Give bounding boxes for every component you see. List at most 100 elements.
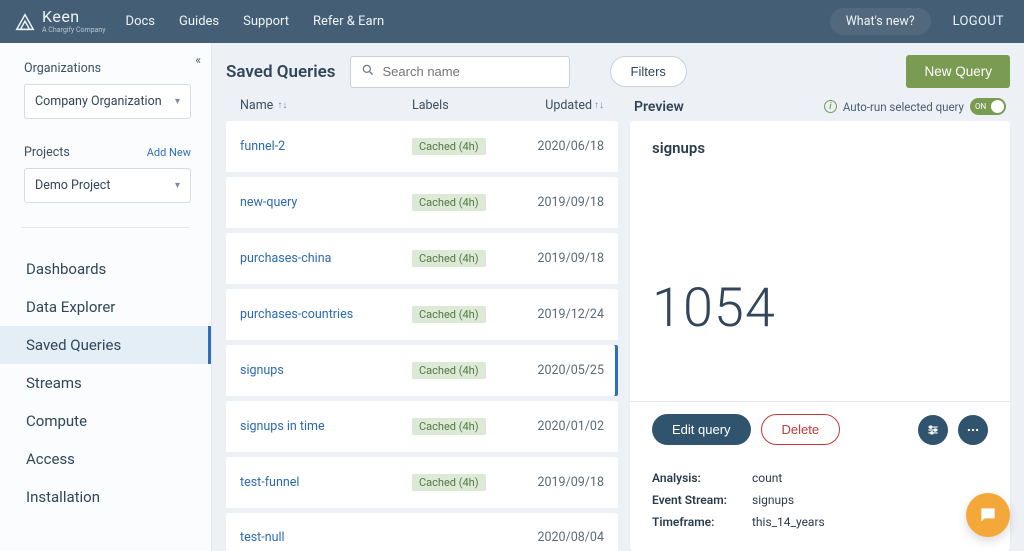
preview-result-value: 1054 — [652, 277, 988, 340]
query-row[interactable]: purchases-countriesCached (4h)2019/12/24 — [226, 289, 618, 340]
query-updated: 2020/01/02 — [514, 419, 604, 434]
query-row[interactable]: new-queryCached (4h) 2019/09/18 — [226, 177, 618, 228]
cached-badge: Cached (4h) — [412, 362, 486, 379]
brand-subtitle: A Chargify Company — [42, 27, 106, 34]
meta-stream-label: Event Stream: — [652, 493, 738, 507]
query-name: signups — [240, 363, 412, 378]
brand-logo-block[interactable]: Keen A Chargify Company — [14, 9, 106, 34]
preview-pane: Preview i Auto-run selected query ON sig… — [630, 98, 1010, 551]
col-labels-header[interactable]: Labels — [412, 98, 514, 113]
sort-icon: ↑↓ — [277, 100, 287, 111]
query-row[interactable]: funnel-2Cached (4h) 2020/06/18 — [226, 121, 618, 172]
query-row[interactable]: test-null 2020/08/04 — [226, 513, 618, 551]
query-row[interactable]: signupsCached (4h) 2020/05/25 — [226, 345, 618, 396]
cached-badge: Cached (4h) — [412, 250, 486, 267]
sidebar-item-access[interactable]: Access — [0, 440, 211, 478]
query-label-cell: Cached (4h) — [412, 474, 514, 491]
query-name: signups in time — [240, 419, 412, 434]
meta-stream-value: signups — [752, 493, 794, 507]
preview-actions: Edit query Delete — [630, 401, 1010, 457]
sidebar: « Organizations Company Organization ▾ P… — [0, 43, 212, 551]
autorun-toggle[interactable]: ON — [970, 98, 1006, 115]
preview-header: Preview i Auto-run selected query ON — [630, 98, 1010, 121]
sidebar-item-compute[interactable]: Compute — [0, 402, 211, 440]
settings-button[interactable] — [918, 415, 948, 445]
organization-select[interactable]: Company Organization ▾ — [24, 84, 191, 119]
top-nav: Keen A Chargify Company Docs Guides Supp… — [0, 0, 1024, 43]
chevron-down-icon: ▾ — [175, 180, 180, 191]
cached-badge: Cached (4h) — [412, 138, 486, 155]
keen-logo-icon — [14, 11, 36, 33]
meta-analysis-label: Analysis: — [652, 471, 738, 485]
cached-badge: Cached (4h) — [412, 194, 486, 211]
main: Saved Queries Filters New Query Name ↑↓ … — [212, 43, 1024, 551]
nav-link-support[interactable]: Support — [243, 14, 289, 29]
query-row[interactable]: signups in timeCached (4h) 2020/01/02 — [226, 401, 618, 452]
add-new-project-link[interactable]: Add New — [147, 146, 191, 159]
organizations-label: Organizations — [24, 61, 191, 76]
search-input[interactable] — [383, 64, 559, 79]
project-select[interactable]: Demo Project ▾ — [24, 168, 191, 203]
cached-badge: Cached (4h) — [412, 306, 486, 323]
nav-links: Docs Guides Support Refer & Earn — [126, 14, 385, 29]
sidebar-item-data-explorer[interactable]: Data Explorer — [0, 288, 211, 326]
query-updated: 2019/09/18 — [514, 475, 604, 490]
meta-timeframe-label: Timeframe: — [652, 515, 738, 529]
sidebar-item-dashboards[interactable]: Dashboards — [0, 250, 211, 288]
col-updated-header[interactable]: Updated ↑↓ — [514, 98, 604, 113]
whats-new-button[interactable]: What's new? — [830, 8, 931, 35]
query-label-cell: Cached (4h) — [412, 418, 514, 435]
query-name: purchases-china — [240, 251, 412, 266]
query-label-cell: Cached (4h) — [412, 138, 514, 155]
nav-link-docs[interactable]: Docs — [126, 14, 155, 29]
sidebar-item-streams[interactable]: Streams — [0, 364, 211, 402]
query-name: funnel-2 — [240, 139, 412, 154]
logout-link[interactable]: LOGOUT — [953, 14, 1004, 29]
sidebar-item-installation[interactable]: Installation — [0, 478, 211, 516]
query-label-cell: Cached (4h) — [412, 250, 514, 267]
sort-icon: ↑↓ — [594, 100, 604, 111]
query-updated: 2020/05/25 — [514, 363, 604, 378]
nav-link-refer[interactable]: Refer & Earn — [313, 14, 384, 29]
query-row[interactable]: test-funnelCached (4h)2019/09/18 — [226, 457, 618, 508]
more-button[interactable] — [958, 415, 988, 445]
query-updated: 2019/09/18 — [514, 195, 604, 210]
chat-widget-button[interactable] — [966, 493, 1010, 537]
collapse-sidebar-icon[interactable]: « — [195, 53, 201, 67]
brand-name: Keen — [42, 9, 106, 25]
preview-meta: Analysis: count Event Stream: signups Time… — [630, 457, 1010, 551]
meta-analysis-value: count — [752, 471, 782, 485]
column-headers: Name ↑↓ Labels Updated ↑↓ — [226, 98, 618, 121]
search-icon — [361, 63, 375, 81]
edit-query-button[interactable]: Edit query — [652, 414, 751, 445]
query-updated: 2019/09/18 — [514, 251, 604, 266]
page-title: Saved Queries — [226, 62, 336, 82]
query-name: new-query — [240, 195, 412, 210]
query-updated: 2020/06/18 — [514, 139, 604, 154]
organization-value: Company Organization — [35, 94, 162, 109]
query-name: test-funnel — [240, 475, 412, 490]
main-header: Saved Queries Filters New Query — [212, 43, 1024, 98]
filters-button[interactable]: Filters — [610, 56, 687, 87]
query-list-pane: Name ↑↓ Labels Updated ↑↓ funnel-2Cached… — [226, 98, 618, 551]
autorun-label: Auto-run selected query — [843, 100, 964, 114]
sidebar-nav: Dashboards Data Explorer Saved Queries S… — [0, 244, 211, 522]
meta-timeframe-value: this_14_years — [752, 515, 825, 529]
query-label-cell: Cached (4h) — [412, 306, 514, 323]
query-name: purchases-countries — [240, 307, 412, 322]
toggle-knob — [991, 100, 1004, 113]
col-name-header[interactable]: Name ↑↓ — [240, 98, 412, 113]
search-input-wrap[interactable] — [350, 56, 570, 88]
cached-badge: Cached (4h) — [412, 418, 486, 435]
info-icon[interactable]: i — [824, 100, 837, 113]
nav-link-guides[interactable]: Guides — [179, 14, 219, 29]
new-query-button[interactable]: New Query — [906, 55, 1010, 88]
query-row[interactable]: purchases-chinaCached (4h) 2019/09/18 — [226, 233, 618, 284]
projects-label: Projects — [24, 145, 70, 160]
preview-card: signups 1054 Edit query Delete — [630, 121, 1010, 551]
chevron-down-icon: ▾ — [175, 96, 180, 107]
query-name: test-null — [240, 530, 412, 545]
query-updated: 2020/08/04 — [514, 530, 604, 545]
delete-query-button[interactable]: Delete — [761, 414, 841, 445]
sidebar-item-saved-queries[interactable]: Saved Queries — [0, 326, 211, 364]
